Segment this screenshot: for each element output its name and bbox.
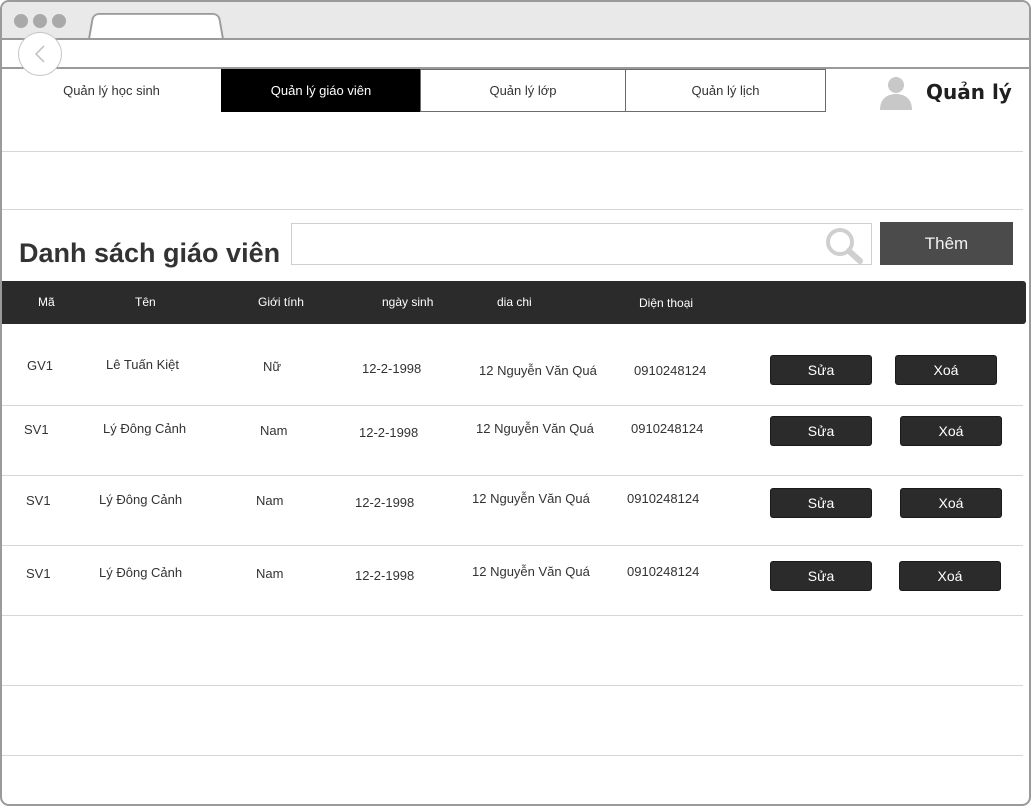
edit-button[interactable]: Sửa [771, 417, 871, 445]
window-maximize-dot[interactable] [52, 14, 66, 28]
tab-label: Quản lý lớp [489, 83, 557, 98]
row-divider [2, 405, 1023, 406]
tab-label: Quản lý lịch [691, 83, 760, 98]
cell-ten: Lý Đông Cảnh [99, 565, 183, 580]
edit-button[interactable]: Sửa [771, 356, 871, 384]
window-minimize-dot[interactable] [33, 14, 47, 28]
divider [2, 209, 1023, 210]
row-divider [2, 475, 1023, 476]
column-header-dien-thoai: Diện thoại [639, 296, 694, 310]
row-divider [2, 755, 1023, 756]
user-menu[interactable]: Quản lý [878, 72, 1012, 112]
cell-ten: Lý Đông Cảnh [99, 492, 183, 507]
table-header: Mã Tên Giới tính ngày sinh dia chi Diện … [2, 281, 1026, 324]
search-box[interactable] [291, 223, 872, 265]
edit-button[interactable]: Sửa [771, 562, 871, 590]
delete-button[interactable]: Xoá [896, 356, 996, 384]
tab-label: Quản lý học sinh [63, 83, 160, 98]
edit-button[interactable]: Sửa [771, 489, 871, 517]
search-icon[interactable] [822, 226, 866, 264]
cell-dien-thoai: 0910248124 [631, 421, 704, 436]
cell-gioi-tinh: Nam [256, 493, 284, 508]
user-avatar-icon [880, 77, 912, 110]
page-title: Danh sách giáo viên [19, 238, 281, 268]
cell-ma: SV1 [26, 566, 51, 581]
browser-tab[interactable] [88, 13, 224, 39]
row-divider [2, 685, 1023, 686]
cell-ma: SV1 [24, 422, 49, 437]
cell-gioi-tinh: Nam [256, 566, 284, 581]
cell-ma: GV1 [27, 358, 54, 373]
cell-dia-chi: 12 Nguyễn Văn Quá [479, 363, 597, 378]
cell-dia-chi: 12 Nguyễn Văn Quá [476, 421, 594, 436]
row-divider [2, 615, 1023, 616]
tab-quan-ly-giao-vien[interactable]: Quản lý giáo viên [221, 69, 421, 112]
add-button[interactable]: Thêm [880, 222, 1013, 265]
cell-ten: Lê Tuấn Kiệt [106, 357, 179, 372]
column-header-dia-chi: dia chi [497, 295, 532, 309]
column-header-ngay-sinh: ngày sinh [382, 295, 434, 309]
search-input[interactable] [292, 224, 812, 264]
cell-dia-chi: 12 Nguyễn Văn Quá [472, 564, 590, 579]
tab-quan-ly-hoc-sinh[interactable]: Quản lý học sinh [2, 69, 221, 112]
divider [2, 151, 1023, 152]
cell-ngay-sinh: 12-2-1998 [355, 568, 415, 583]
cell-ngay-sinh: 12-2-1998 [359, 425, 419, 440]
cell-dien-thoai: 0910248124 [627, 564, 700, 579]
cell-gioi-tinh: Nữ [263, 359, 282, 374]
browser-window: Quản lý học sinh Quản lý giáo viên Quản … [0, 0, 1031, 806]
cell-dia-chi: 12 Nguyễn Văn Quá [472, 491, 590, 506]
browser-titlebar [2, 2, 1029, 39]
delete-button[interactable]: Xoá [901, 489, 1001, 517]
row-divider [2, 545, 1023, 546]
top-navigation: Quản lý học sinh Quản lý giáo viên Quản … [2, 69, 826, 113]
cell-ten: Lý Đông Cảnh [103, 421, 187, 436]
tab-label: Quản lý giáo viên [270, 83, 372, 98]
tab-quan-ly-lich[interactable]: Quản lý lịch [625, 69, 826, 112]
address-bar[interactable] [2, 38, 1029, 69]
user-name: Quản lý [926, 80, 1012, 104]
window-close-dot[interactable] [14, 14, 28, 28]
cell-ngay-sinh: 12-2-1998 [355, 495, 415, 510]
column-header-gioi-tinh: Giới tính [258, 295, 304, 309]
column-header-ma: Mã [38, 295, 55, 309]
cell-ngay-sinh: 12-2-1998 [362, 361, 422, 376]
chevron-left-icon [34, 45, 45, 63]
cell-dien-thoai: 0910248124 [634, 363, 707, 378]
delete-button[interactable]: Xoá [900, 562, 1000, 590]
column-header-ten: Tên [135, 295, 156, 309]
cell-dien-thoai: 0910248124 [627, 491, 700, 506]
cell-gioi-tinh: Nam [260, 423, 288, 438]
cell-ma: SV1 [26, 493, 51, 508]
tab-quan-ly-lop[interactable]: Quản lý lớp [420, 69, 626, 112]
delete-button[interactable]: Xoá [901, 417, 1001, 445]
